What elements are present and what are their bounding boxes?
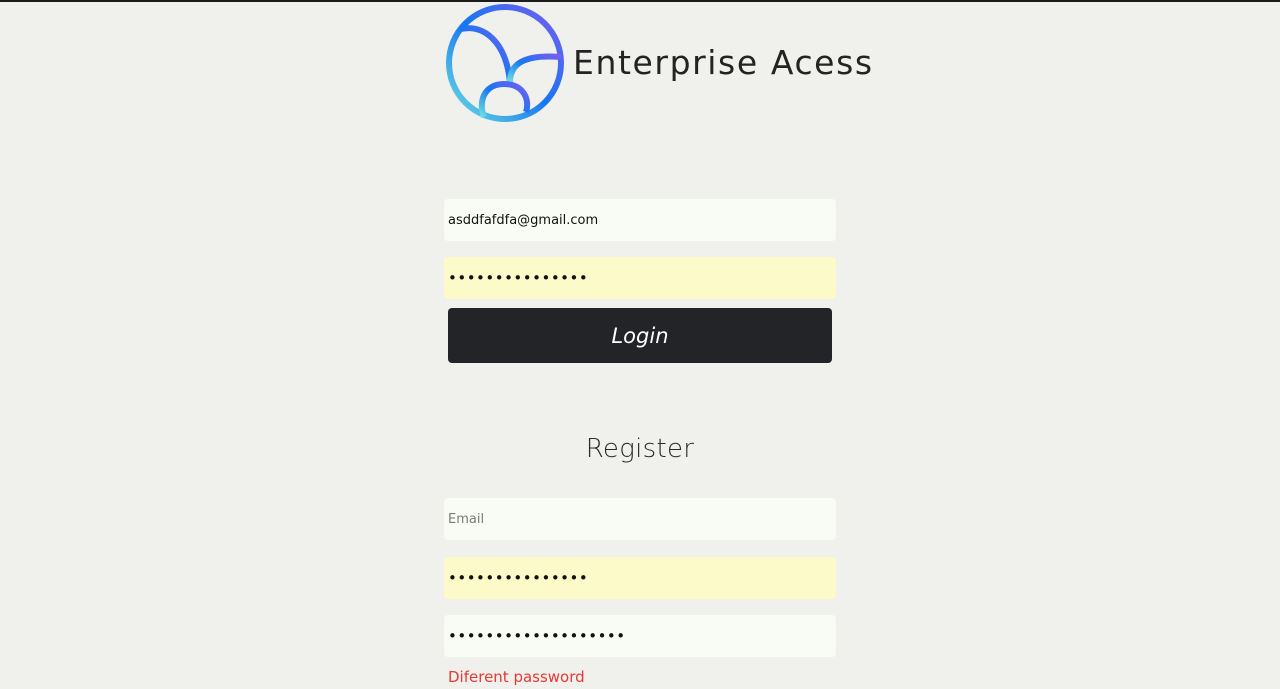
- register-password-input[interactable]: [444, 557, 836, 599]
- login-email-input[interactable]: [444, 199, 836, 241]
- login-password-input[interactable]: [444, 257, 836, 299]
- register-confirm-password-input[interactable]: [444, 615, 836, 657]
- app-title: Enterprise Acess: [573, 42, 874, 82]
- password-mismatch-error: Diferent password: [448, 668, 585, 686]
- circle-arc-logo-icon: [446, 4, 564, 122]
- header: Enterprise Acess: [444, 2, 874, 124]
- register-title: Register: [585, 434, 695, 464]
- login-button[interactable]: Login: [448, 308, 832, 363]
- register-email-input[interactable]: [444, 498, 836, 540]
